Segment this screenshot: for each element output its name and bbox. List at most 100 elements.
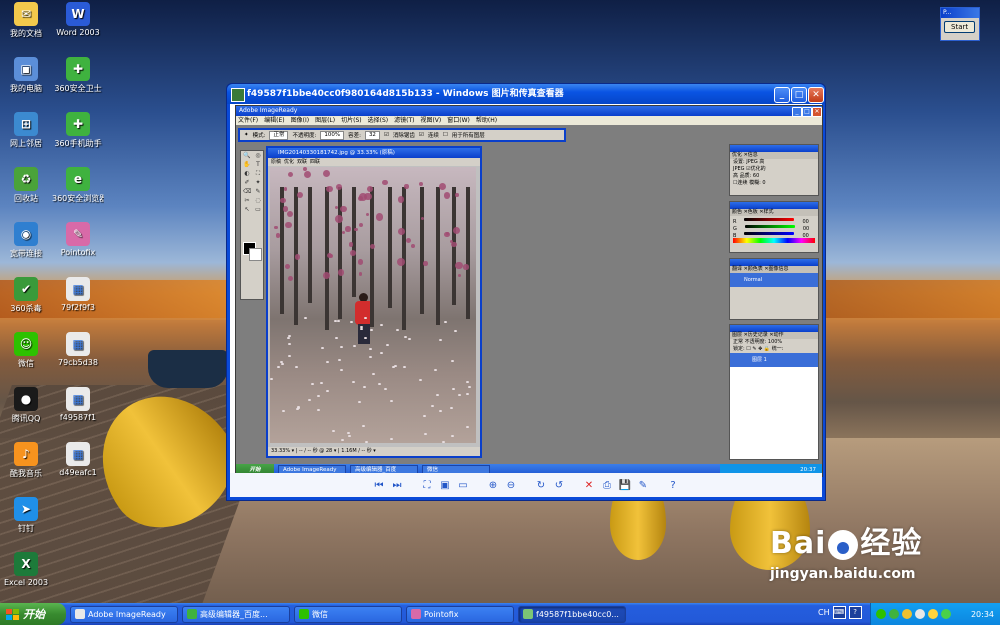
print-icon[interactable]: ⎙ <box>600 478 614 492</box>
excel-icon: X <box>14 552 38 576</box>
delete-icon[interactable]: ✕ <box>582 478 596 492</box>
desktop-icon-my-computer[interactable]: ▣ 我的电脑 <box>0 57 52 94</box>
magnolia-blossom <box>365 212 370 217</box>
desktop-icon-network-places[interactable]: ⊞ 网上邻居 <box>0 112 52 149</box>
pointofix-start-window[interactable]: P... Start <box>940 7 980 41</box>
save-icon[interactable]: 💾 <box>618 478 632 492</box>
image-file-icon: ▦ <box>66 332 90 356</box>
language-indicator[interactable]: CH <box>818 608 830 617</box>
tree-trunk <box>466 187 470 319</box>
fallen-petal <box>338 358 342 361</box>
taskbar-task[interactable]: Pointofix <box>406 605 514 623</box>
rotate-ccw-icon[interactable]: ↺ <box>552 478 566 492</box>
desktop-icon-qq[interactable]: ● 腾讯QQ <box>0 387 52 424</box>
close-button[interactable]: ✕ <box>808 87 824 103</box>
fallen-petal <box>453 330 457 333</box>
desktop-icon-360-phone-assistant[interactable]: ✚ 360手机助手 <box>52 112 104 149</box>
magnolia-blossom <box>297 191 304 198</box>
rotate-cw-icon[interactable]: ↻ <box>534 478 548 492</box>
wechat-tray-icon[interactable] <box>876 609 886 619</box>
desktop-icon-image-file[interactable]: ▦ d49eafc1 <box>52 442 104 477</box>
unify-label: 统一: <box>771 346 784 352</box>
fallen-petal <box>326 361 330 364</box>
magnolia-blossom <box>421 216 425 220</box>
language-bar[interactable]: CH ⌨ ? <box>818 606 862 619</box>
desktop-icon-label: 宽带连接 <box>10 249 42 258</box>
fallen-petal <box>340 439 344 442</box>
desktop-icon-excel[interactable]: X Excel 2003 <box>0 552 52 587</box>
magnolia-blossom <box>369 244 375 250</box>
browser-icon <box>187 609 197 619</box>
qq-icon: ● <box>14 387 38 411</box>
network-tray-icon[interactable] <box>915 609 925 619</box>
fallen-petal <box>457 394 461 397</box>
desktop-icon-label: 钉钉 <box>18 524 34 533</box>
ir-close-icon: ✕ <box>812 107 822 117</box>
fallen-petal <box>389 399 393 402</box>
fallen-petal <box>443 320 447 323</box>
edit-icon[interactable]: ✎ <box>636 478 650 492</box>
desktop-icon-kuwo-music[interactable]: ♪ 酷我音乐 <box>0 442 52 479</box>
document-title: IMG20140330181742.jpg @ 33.33% (原稿) <box>278 150 395 156</box>
desktop-icon-word[interactable]: W Word 2003 <box>52 2 104 37</box>
taskbar-tasks: Adobe ImageReady 高级编辑器_百度... 微信 Pointofix f4… <box>66 605 626 623</box>
previous-icon[interactable]: ⏮ <box>372 478 386 492</box>
fallen-petal <box>304 317 308 320</box>
start-button[interactable]: Start <box>944 21 976 33</box>
start-menu-button[interactable]: 开始 <box>0 603 66 625</box>
desktop-icon-image-file[interactable]: ▦ 79cb5d38 <box>52 332 104 367</box>
desktop-icon-broadband-connection[interactable]: ◉ 宽带连接 <box>0 222 52 259</box>
taskbar-task[interactable]: 高级编辑器_百度... <box>182 605 290 623</box>
taskbar-task[interactable]: 微信 <box>294 605 402 623</box>
watermark-brand2: 经验 <box>860 526 923 561</box>
clock[interactable]: 20:34 <box>971 610 994 619</box>
magic-wand-icon: ✦ <box>244 132 249 138</box>
desktop-icon-my-documents[interactable]: ✉ 我的文档 <box>0 2 52 39</box>
desktop-icon-360-security[interactable]: ✚ 360安全卫士 <box>52 57 104 94</box>
picture-viewer-window[interactable]: f49587f1bbe40cc0f980164d815b133 - Window… <box>226 83 826 501</box>
ime-icon[interactable]: ⌨ <box>832 606 846 619</box>
quality-label: 品质: <box>739 173 752 179</box>
mode-select: 正常 <box>269 130 289 140</box>
slideshow-icon[interactable]: ▭ <box>456 478 470 492</box>
security-tray-icon[interactable] <box>941 609 951 619</box>
zoom-in-icon[interactable]: ⊕ <box>486 478 500 492</box>
picture-viewer-icon <box>231 88 245 102</box>
desktop-icon-dingtalk[interactable]: ➤ 钉钉 <box>0 497 52 534</box>
minimize-button[interactable]: _ <box>774 87 790 103</box>
color-panel: 颜色 ✕色板 ✕样式 R 00 G 00 B 00 <box>729 201 819 253</box>
360-tray-icon[interactable] <box>889 609 899 619</box>
viewer-titlebar[interactable]: f49587f1bbe40cc0f980164d815b133 - Window… <box>227 84 825 104</box>
contiguous-checkbox: ☑ <box>418 132 424 138</box>
history-panel-tabs: 翻译 ✕颜色表 ✕图像信息 <box>730 266 818 273</box>
taskbar-task[interactable]: f49587f1bbe40cc0... <box>518 605 626 623</box>
qq-tray-icon[interactable] <box>902 609 912 619</box>
desktop-icon-360-browser[interactable]: e 360安全浏览器 <box>52 167 104 204</box>
maximize-button[interactable]: □ <box>791 87 807 103</box>
zoom-out-icon[interactable]: ⊖ <box>504 478 518 492</box>
taskbar-task[interactable]: Adobe ImageReady <box>70 605 178 623</box>
desktop-icon-wechat[interactable]: ☺ 微信 <box>0 332 52 369</box>
help-icon[interactable]: ? <box>666 478 680 492</box>
desktop-icon-pointofix[interactable]: ✎ Pointofix <box>52 222 104 257</box>
magnolia-blossom <box>452 226 460 234</box>
magnolia-blossom <box>295 254 301 260</box>
layers-panel: 图层 ✕历史记录 ✕动作 正常 不透明度: 100% 锁定: ☐ ✎ ✥ 🔒 统… <box>729 324 819 460</box>
network-places-icon: ⊞ <box>14 112 38 136</box>
preset-value: JPEG 高 <box>746 159 765 165</box>
desktop-icon-label: 360安全卫士 <box>54 84 102 93</box>
next-icon[interactable]: ⏭ <box>390 478 404 492</box>
fallen-petal <box>450 407 454 410</box>
best-fit-icon[interactable]: ⛶ <box>420 478 434 492</box>
magnolia-blossom <box>364 192 372 201</box>
help-icon[interactable]: ? <box>848 606 862 619</box>
fallen-petal <box>316 395 320 398</box>
ir-menu-item: 图像(I) <box>290 117 310 124</box>
desktop-icon-image-file[interactable]: ▦ 79f2f9f3 <box>52 277 104 312</box>
desktop-icon-recycle-bin[interactable]: ♻ 回收站 <box>0 167 52 204</box>
shield-tray-icon[interactable] <box>928 609 938 619</box>
desktop-icon-image-file[interactable]: ▦ f49587f1 <box>52 387 104 422</box>
actual-size-icon[interactable]: ▣ <box>438 478 452 492</box>
magnolia-blossom <box>411 243 416 248</box>
desktop-icon-360-antivirus[interactable]: ✔ 360杀毒 <box>0 277 52 314</box>
